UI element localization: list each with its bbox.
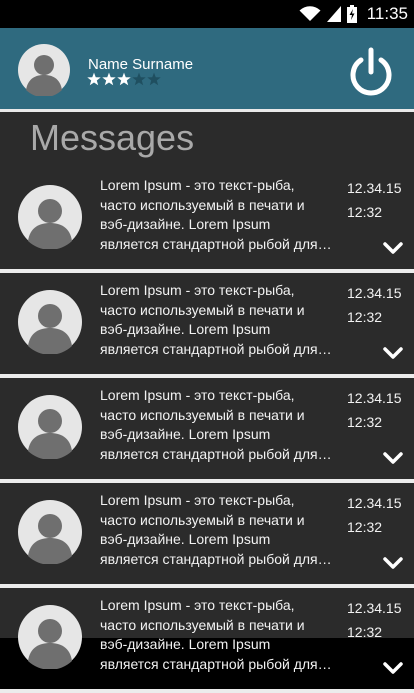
message-time: 12:32 xyxy=(347,414,383,430)
message-preview: Lorem Ipsum - это текст-рыба, часто испо… xyxy=(100,387,318,462)
wifi-icon xyxy=(299,6,321,22)
message-item[interactable]: Lorem Ipsum - это текст-рыба, часто испо… xyxy=(0,588,414,693)
profile-name: Name Surname xyxy=(88,56,194,73)
status-bar: 11:35 xyxy=(0,0,414,28)
message-item[interactable]: Lorem Ipsum - это текст-рыба, часто испо… xyxy=(0,168,414,273)
message-item[interactable]: Lorem Ipsum - это текст-рыба, часто испо… xyxy=(0,273,414,378)
message-date: 12.34.15 xyxy=(347,390,402,406)
message-preview: Lorem Ipsum - это текст-рыба, часто испо… xyxy=(100,597,318,672)
battery-charging-icon xyxy=(346,5,357,23)
message-date: 12.34.15 xyxy=(347,600,402,616)
status-time: 11:35 xyxy=(366,4,408,23)
star-filled-icon xyxy=(87,72,101,86)
message-time: 12:32 xyxy=(347,309,383,325)
chevron-down-icon[interactable] xyxy=(383,347,403,361)
avatar xyxy=(18,605,82,669)
star-empty-icon xyxy=(132,72,146,86)
message-time: 12:32 xyxy=(347,204,383,220)
avatar xyxy=(18,500,82,564)
message-date: 12.34.15 xyxy=(347,495,402,511)
star-filled-icon xyxy=(117,72,131,86)
chevron-down-icon[interactable] xyxy=(383,242,403,256)
avatar[interactable] xyxy=(18,44,70,96)
message-item[interactable]: Lorem Ipsum - это текст-рыба, часто испо… xyxy=(0,483,414,588)
message-preview: Lorem Ipsum - это текст-рыба, часто испо… xyxy=(100,282,318,357)
message-date: 12.34.15 xyxy=(347,180,402,196)
rating-stars xyxy=(87,72,162,86)
message-preview: Lorem Ipsum - это текст-рыба, часто испо… xyxy=(100,492,318,567)
star-empty-icon xyxy=(147,72,161,86)
chevron-down-icon[interactable] xyxy=(383,557,403,571)
message-time: 12:32 xyxy=(347,519,383,535)
message-list: Lorem Ipsum - это текст-рыба, часто испо… xyxy=(0,168,414,693)
message-item[interactable]: Lorem Ipsum - это текст-рыба, часто испо… xyxy=(0,378,414,483)
chevron-down-icon[interactable] xyxy=(383,452,403,466)
star-filled-icon xyxy=(102,72,116,86)
page-title: Messages xyxy=(30,117,195,158)
avatar xyxy=(18,185,82,249)
message-date: 12.34.15 xyxy=(347,285,402,301)
message-preview: Lorem Ipsum - это текст-рыба, часто испо… xyxy=(100,177,318,252)
avatar xyxy=(18,395,82,459)
avatar xyxy=(18,290,82,354)
profile-header: Name Surname xyxy=(0,28,414,112)
signal-icon xyxy=(326,6,341,22)
chevron-down-icon[interactable] xyxy=(383,662,403,676)
power-icon[interactable] xyxy=(346,46,396,98)
